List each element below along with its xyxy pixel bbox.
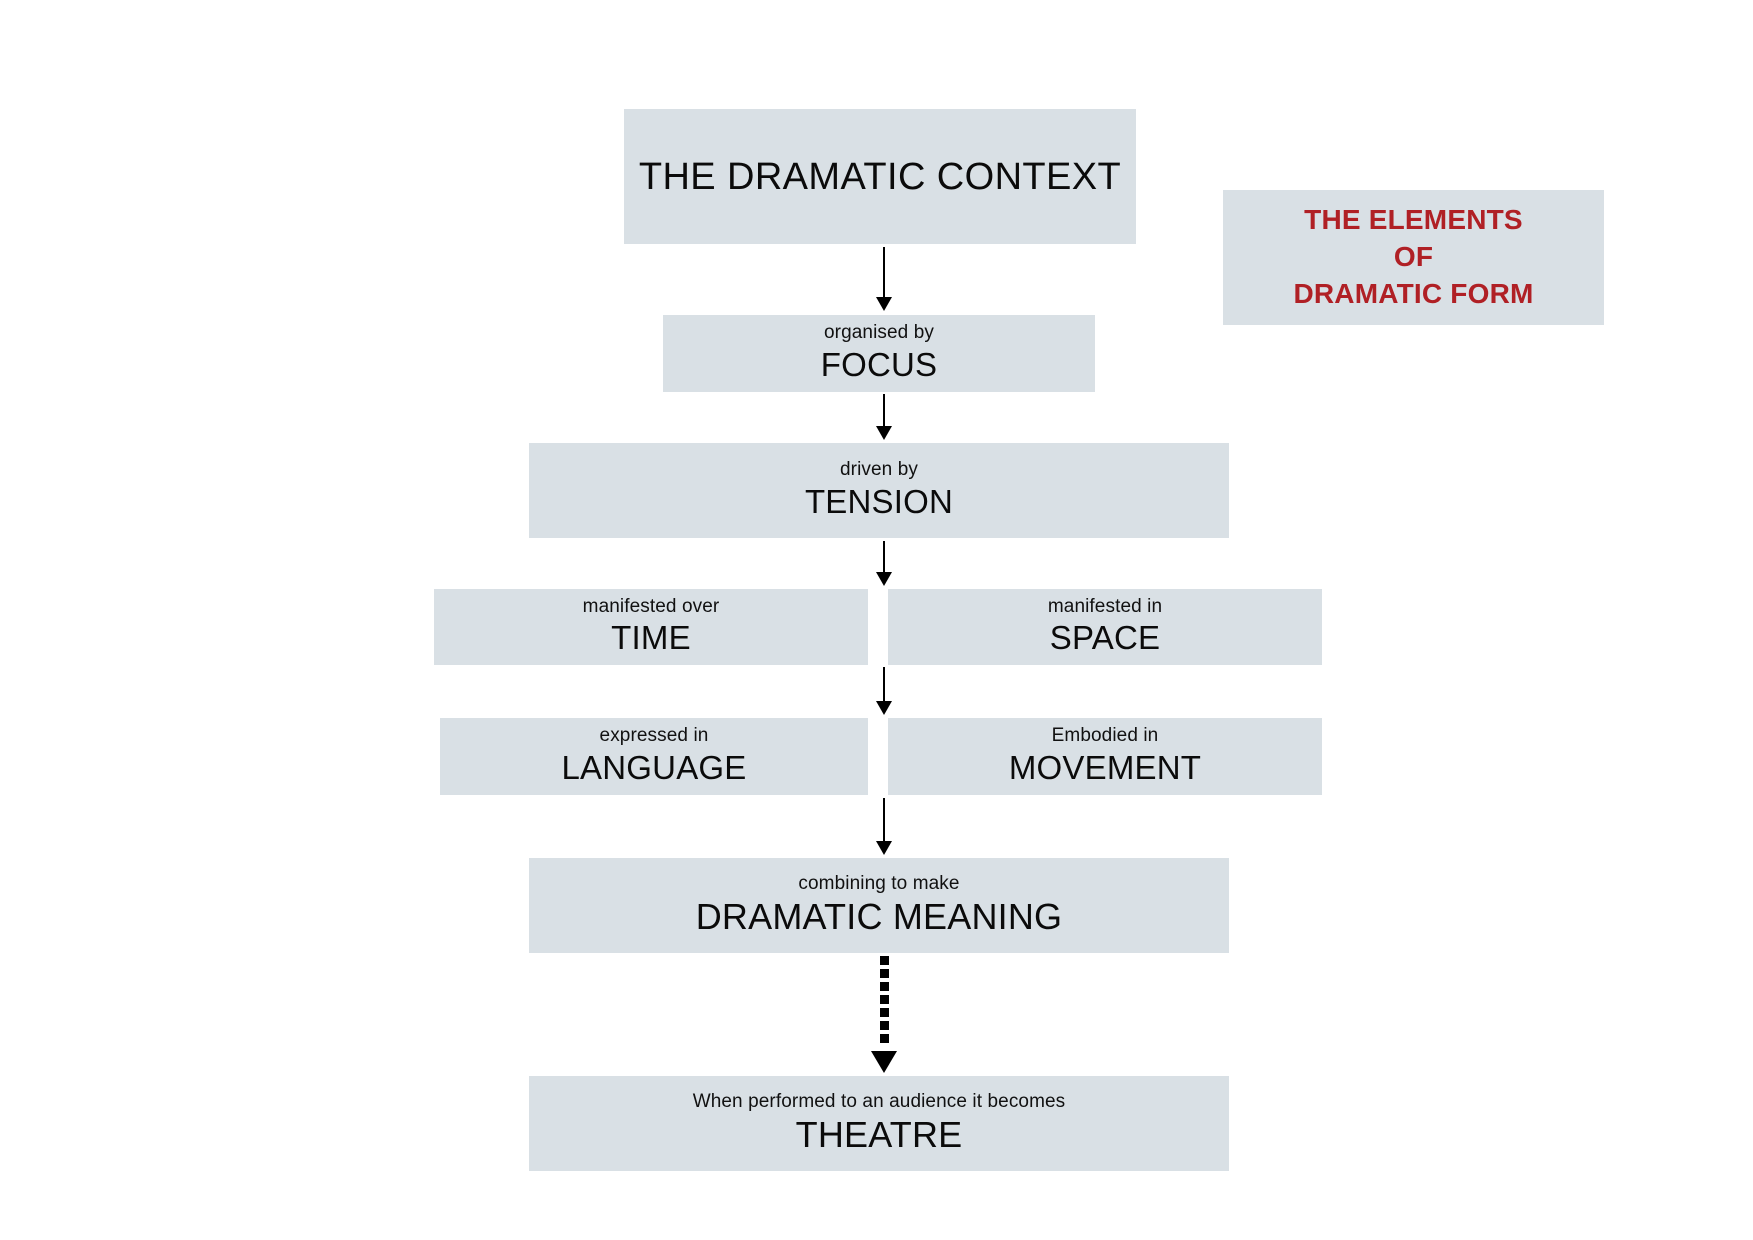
arrow-dot: [879, 956, 889, 965]
node-movement: Embodied in MOVEMENT: [888, 718, 1322, 795]
arrow-shaft: [883, 798, 885, 841]
diagram-title-line-1: THE ELEMENTS: [1304, 204, 1523, 236]
diagram-title-box: THE ELEMENTS OF DRAMATIC FORM: [1223, 190, 1604, 325]
diagram-title-line-2: OF: [1393, 241, 1434, 273]
arrow-dot: [879, 982, 889, 991]
arrow-context-to-focus: [867, 247, 901, 311]
arrow-time-space-to-language-movement: [867, 667, 901, 715]
node-tension: driven by TENSION: [529, 443, 1229, 538]
arrow-shaft: [883, 247, 885, 297]
column-gap-divider: [868, 718, 888, 796]
node-term-context: THE DRAMATIC CONTEXT: [638, 155, 1122, 198]
arrow-head: [876, 297, 892, 311]
arrow-dot: [879, 995, 889, 1004]
node-term-time: TIME: [611, 619, 691, 657]
arrow-head: [876, 841, 892, 855]
arrow-head: [876, 701, 892, 715]
node-dramatic-context: THE DRAMATIC CONTEXT: [624, 109, 1136, 244]
node-focus: organised by FOCUS: [663, 315, 1095, 392]
arrow-dot: [879, 969, 889, 978]
arrow-dot: [879, 1008, 889, 1017]
column-gap-divider: [868, 589, 888, 666]
arrow-shaft: [883, 541, 885, 572]
arrow-shaft: [883, 394, 885, 426]
arrow-language-movement-to-meaning: [867, 798, 901, 855]
node-term-language: LANGUAGE: [561, 748, 747, 786]
node-term-space: SPACE: [1049, 619, 1161, 657]
node-term-focus: FOCUS: [820, 345, 938, 383]
node-kicker-focus: organised by: [824, 322, 934, 344]
arrow-meaning-to-theatre-dotted: [860, 956, 908, 1073]
arrow-shaft-dotted: [879, 956, 889, 1046]
node-kicker-language: expressed in: [599, 725, 709, 747]
diagram-title-line-3: DRAMATIC FORM: [1293, 277, 1534, 309]
node-dramatic-meaning: combining to make DRAMATIC MEANING: [529, 858, 1229, 953]
node-language: expressed in LANGUAGE: [440, 718, 868, 795]
node-term-tension: TENSION: [804, 482, 954, 520]
arrow-shaft: [883, 667, 885, 701]
arrow-dot: [879, 1034, 889, 1043]
node-term-movement: MOVEMENT: [1008, 748, 1202, 786]
diagram-canvas: THE ELEMENTS OF DRAMATIC FORM THE DRAMAT…: [0, 0, 1753, 1240]
arrow-tension-to-time-space: [867, 541, 901, 586]
node-kicker-tension: driven by: [840, 459, 918, 481]
node-theatre: When performed to an audience it becomes…: [529, 1076, 1229, 1171]
node-kicker-time: manifested over: [582, 595, 720, 617]
arrow-head: [876, 572, 892, 586]
arrow-focus-to-tension: [867, 394, 901, 440]
node-kicker-theatre: When performed to an audience it becomes: [692, 1090, 1066, 1112]
node-space: manifested in SPACE: [888, 589, 1322, 665]
node-kicker-meaning: combining to make: [798, 872, 960, 894]
node-term-theatre: THEATRE: [795, 1113, 963, 1155]
node-kicker-space: manifested in: [1047, 595, 1163, 617]
arrow-head: [876, 426, 892, 440]
arrow-head: [871, 1051, 897, 1073]
node-time: manifested over TIME: [434, 589, 868, 665]
arrow-dot: [879, 1021, 889, 1030]
node-kicker-movement: Embodied in: [1051, 725, 1159, 747]
node-term-meaning: DRAMATIC MEANING: [695, 895, 1063, 937]
